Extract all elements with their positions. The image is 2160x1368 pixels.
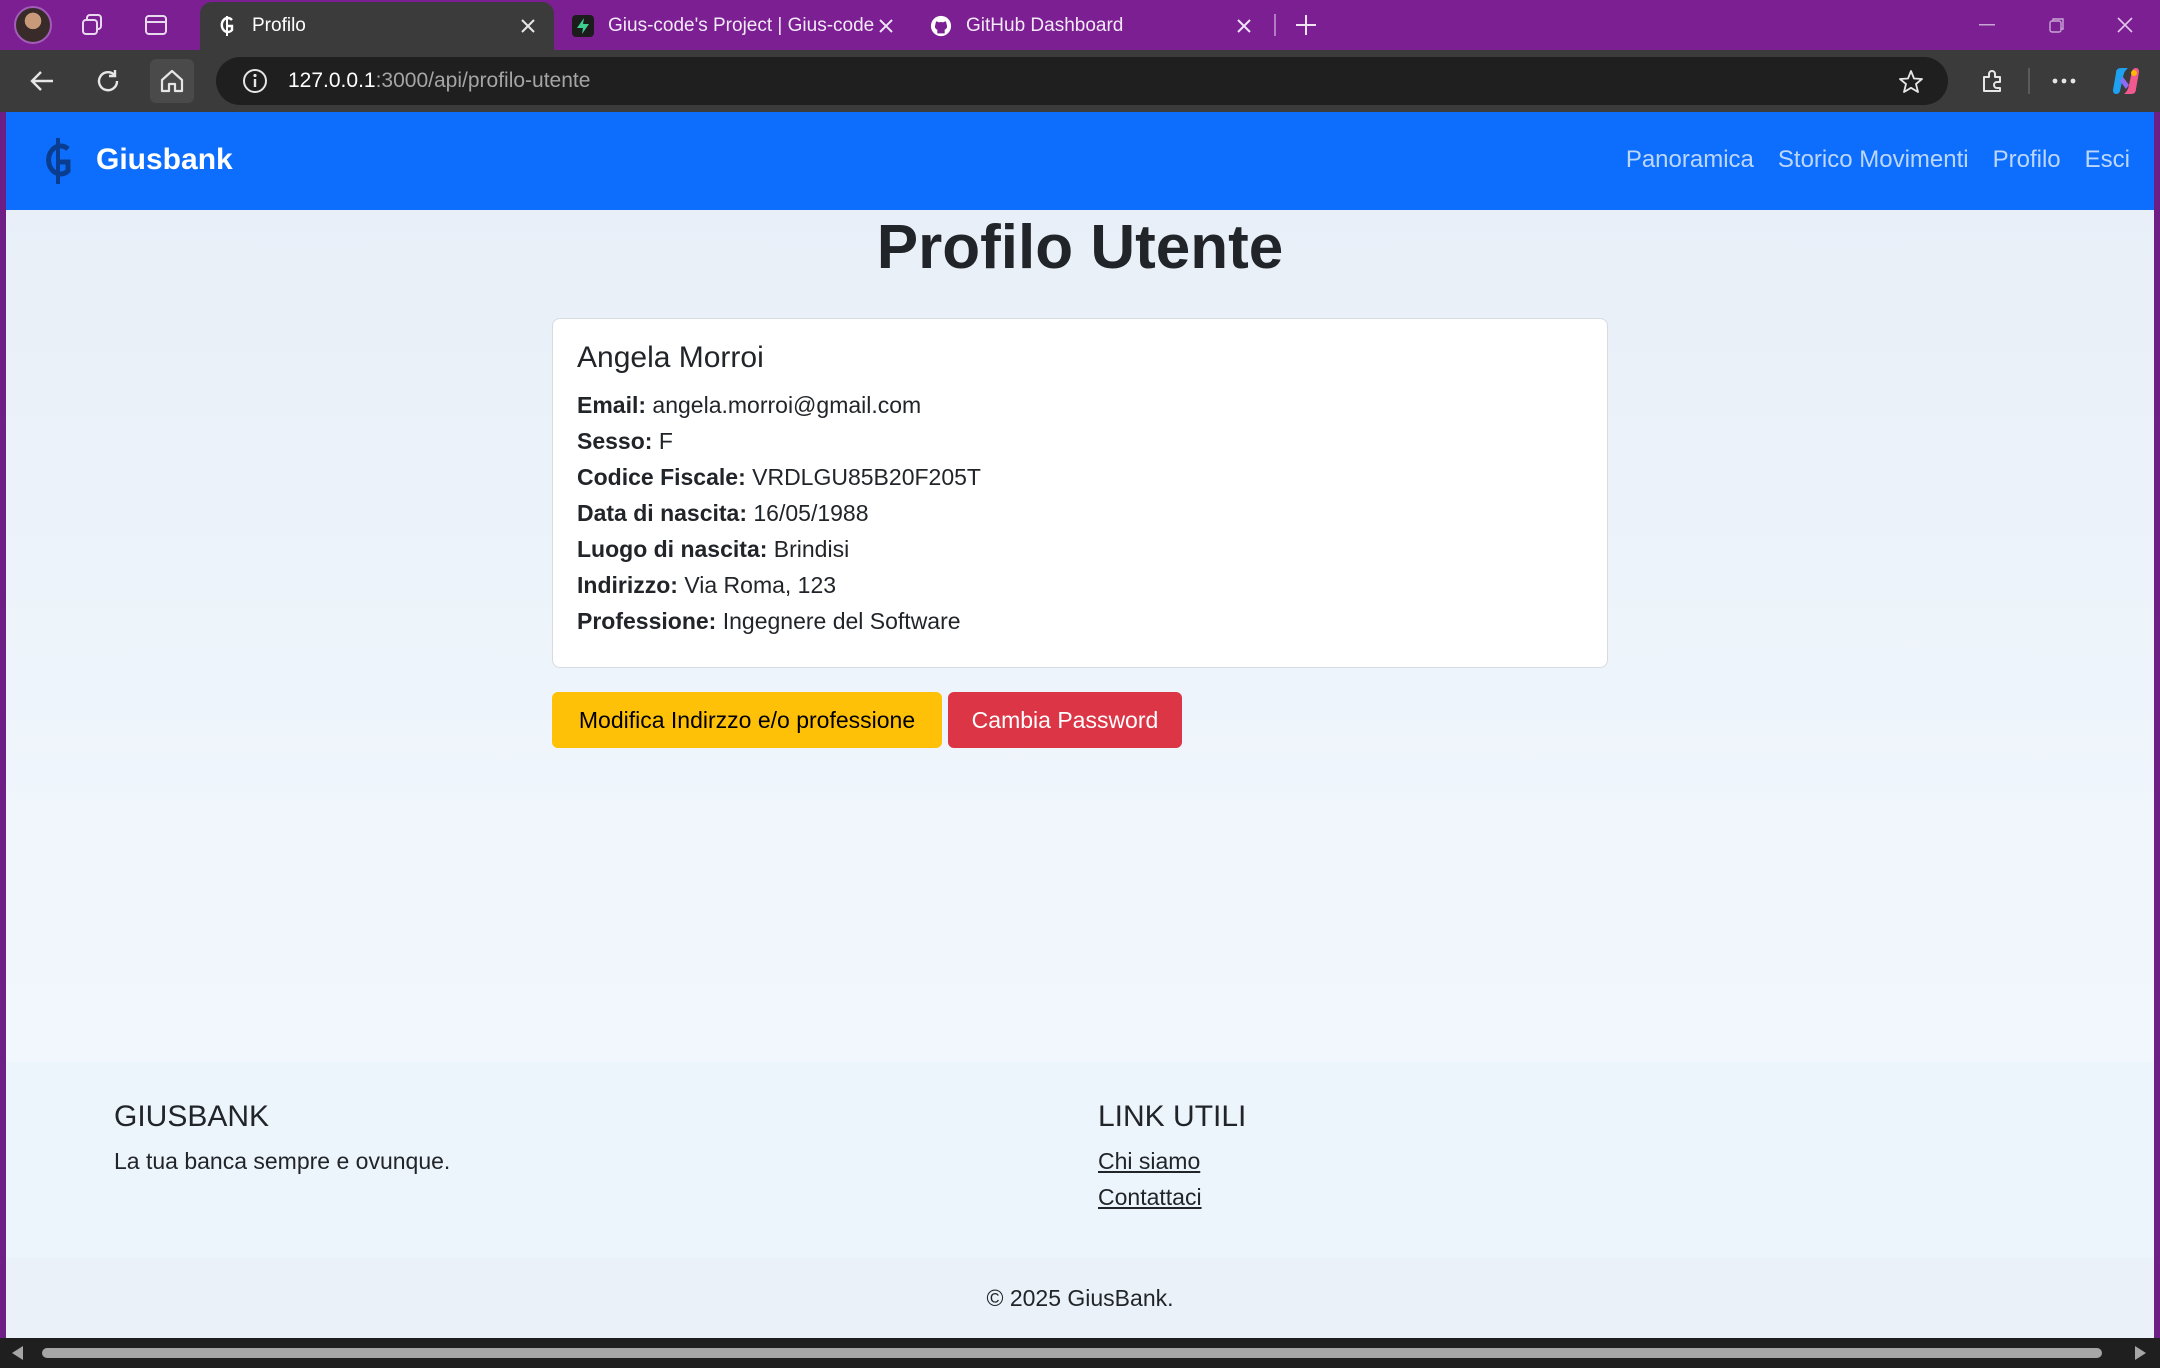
address-bar[interactable]: 127.0.0.1:3000/api/profilo-utente (216, 57, 1948, 105)
tab-title: GitHub Dashboard (966, 15, 1124, 36)
footer-link-contattaci[interactable]: Contattaci (1098, 1184, 1202, 1211)
page-viewport: Giusbank Panoramica Storico Movimenti Pr… (6, 112, 2154, 1338)
navbar-links: Panoramica Storico Movimenti Profilo Esc… (1626, 146, 2130, 174)
copyright: © 2025 GiusBank. (6, 1258, 2154, 1338)
toolbar-separator (2028, 68, 2030, 94)
footer: GIUSBANK La tua banca sempre e ovunque. … (6, 1062, 2154, 1258)
footer-brand-heading: GIUSBANK (114, 1100, 270, 1133)
profile-row-professione: Professione: Ingegnere del Software (577, 603, 1583, 639)
nav-link-profilo[interactable]: Profilo (1993, 146, 2061, 174)
tab-separator (1274, 14, 1276, 36)
vertical-tabs-icon[interactable] (138, 7, 174, 43)
reload-icon[interactable] (86, 59, 130, 103)
github-icon (930, 15, 952, 37)
field-label: Email: (577, 392, 647, 418)
browser-tab-strip: Profilo Gius-code's Project | Gius-code'… (0, 0, 2160, 50)
close-tab-icon[interactable] (874, 14, 898, 38)
scrollbar-thumb[interactable] (42, 1348, 2102, 1358)
close-tab-icon[interactable] (516, 14, 540, 38)
home-icon[interactable] (150, 59, 194, 103)
more-menu-icon[interactable] (2042, 59, 2086, 103)
url-text: 127.0.0.1:3000/api/profilo-utente (288, 69, 590, 93)
profile-row-email: Email: angela.morroi@gmail.com (577, 387, 1583, 423)
profile-name: Angela Morroi (577, 341, 764, 374)
new-tab-icon[interactable] (1288, 7, 1324, 43)
tab-profilo[interactable]: Profilo (200, 2, 554, 50)
profile-row-data-nascita: Data di nascita: 16/05/1988 (577, 495, 1583, 531)
close-tab-icon[interactable] (1232, 14, 1256, 38)
url-path: :3000/api/profilo-utente (375, 69, 591, 92)
profile-avatar[interactable] (14, 6, 52, 44)
nav-link-esci[interactable]: Esci (2085, 146, 2130, 174)
back-icon[interactable] (20, 59, 64, 103)
page-title: Profilo Utente (876, 213, 1284, 282)
workspaces-icon[interactable] (74, 7, 110, 43)
profile-card: Angela Morroi Email: angela.morroi@gmail… (552, 318, 1608, 668)
extensions-icon[interactable] (1970, 59, 2014, 103)
tab-title: Gius-code's Project | Gius-code's (608, 15, 874, 36)
close-window-icon[interactable] (2090, 0, 2160, 50)
field-value: 16/05/1988 (753, 500, 869, 526)
tab-github-dashboard[interactable]: GitHub Dashboard (914, 2, 1270, 50)
field-value: Ingegnere del Software (722, 608, 961, 634)
restore-icon[interactable] (2022, 0, 2092, 50)
nav-link-storico-movimenti[interactable]: Storico Movimenti (1778, 146, 1969, 174)
supabase-icon (572, 15, 594, 37)
field-value: Via Roma, 123 (684, 572, 837, 598)
scroll-left-icon[interactable] (8, 1343, 28, 1363)
copilot-icon[interactable] (2104, 59, 2148, 103)
url-host: 127.0.0.1 (288, 69, 376, 92)
footer-tagline: La tua banca sempre e ovunque. (114, 1148, 451, 1174)
tab-title: Profilo (252, 15, 306, 36)
change-password-button[interactable]: Cambia Password (948, 692, 1182, 748)
profile-row-luogo-nascita: Luogo di nascita: Brindisi (577, 531, 1583, 567)
tab-supabase-project[interactable]: Gius-code's Project | Gius-code's (556, 2, 912, 50)
field-value: F (658, 428, 673, 454)
minimize-icon[interactable] (1952, 0, 2022, 50)
nav-link-panoramica[interactable]: Panoramica (1626, 146, 1754, 174)
footer-link-chi-siamo[interactable]: Chi siamo (1098, 1148, 1200, 1175)
field-value: Brindisi (773, 536, 850, 562)
field-value: VRDLGU85B20F205T (752, 464, 981, 490)
field-label: Codice Fiscale: (577, 464, 746, 490)
site-info-icon[interactable] (242, 68, 268, 94)
giusbank-logo-icon[interactable] (38, 136, 78, 191)
navbar-brand[interactable]: Giusbank (96, 143, 233, 177)
giusbank-icon (216, 15, 238, 37)
field-label: Indirizzo: (577, 572, 678, 598)
edit-address-profession-button[interactable]: Modifica Indirzzo e/o professione (552, 692, 942, 748)
profile-row-sesso: Sesso: F (577, 423, 1583, 459)
horizontal-scrollbar[interactable] (0, 1338, 2160, 1368)
scroll-right-icon[interactable] (2130, 1343, 2150, 1363)
field-label: Luogo di nascita: (577, 536, 768, 562)
profile-row-codice-fiscale: Codice Fiscale: VRDLGU85B20F205T (577, 459, 1583, 495)
field-value: angela.morroi@gmail.com (652, 392, 922, 418)
field-label: Professione: (577, 608, 717, 634)
top-navbar: Giusbank Panoramica Storico Movimenti Pr… (6, 112, 2154, 210)
favorite-star-icon[interactable] (1898, 69, 1924, 100)
field-label: Data di nascita: (577, 500, 747, 526)
field-label: Sesso: (577, 428, 653, 454)
profile-row-indirizzo: Indirizzo: Via Roma, 123 (577, 567, 1583, 603)
browser-toolbar: 127.0.0.1:3000/api/profilo-utente (0, 50, 2160, 112)
footer-links-heading: LINK UTILI (1098, 1100, 1247, 1133)
